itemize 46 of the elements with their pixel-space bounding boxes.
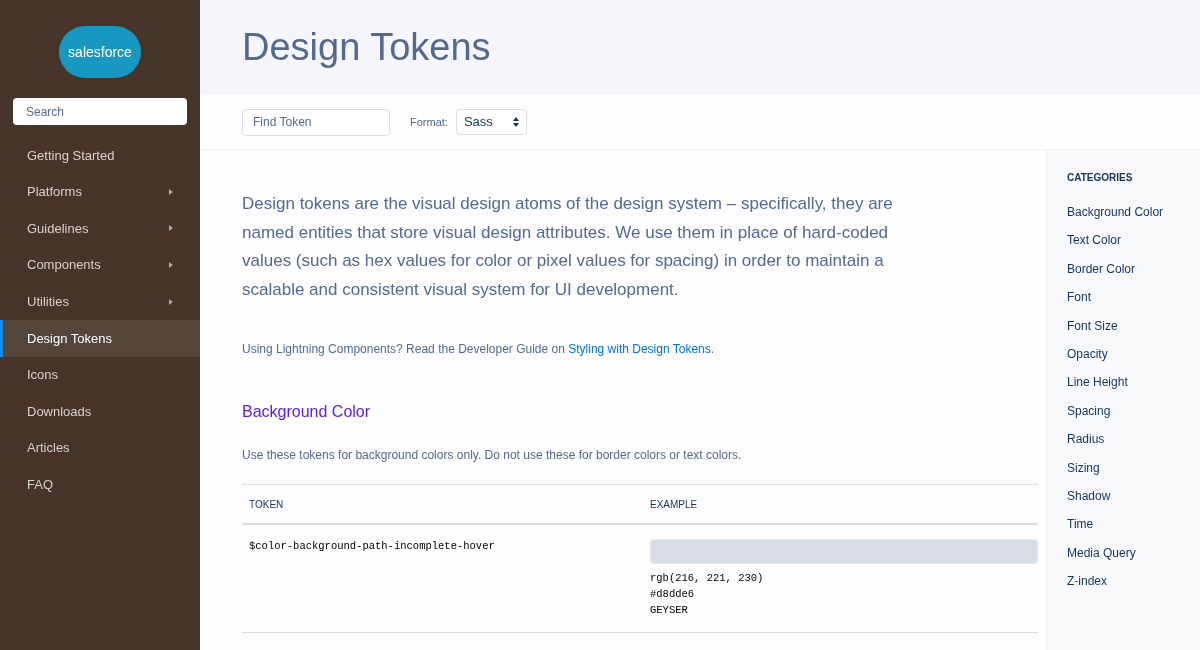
category-link[interactable]: Font <box>1067 288 1200 317</box>
styling-tokens-link[interactable]: Styling with Design Tokens <box>568 342 711 356</box>
nav-item[interactable]: Platforms <box>0 173 200 211</box>
category-link[interactable]: Spacing <box>1067 401 1200 431</box>
hex-value: #d8dde6 <box>650 587 696 602</box>
nav-item[interactable]: Components <box>0 246 200 284</box>
categories-title: CATEGORIES <box>1067 171 1134 185</box>
format-label: Format: <box>410 114 448 130</box>
caret-icon <box>169 298 173 305</box>
column-header: TOKEN <box>248 497 285 512</box>
section-description: Use these tokens for background colors only. Do not use these for border colors or text colors. <box>242 447 743 464</box>
category-link[interactable]: Shadow <box>1067 486 1200 516</box>
category-link[interactable]: Sizing <box>1067 458 1200 487</box>
nav-item[interactable]: Utilities <box>0 283 200 320</box>
category-link[interactable]: Time <box>1067 515 1200 544</box>
caret-icon <box>169 188 173 195</box>
caret-icon <box>169 225 173 232</box>
category-link[interactable]: Text Color <box>1067 231 1200 260</box>
nav-item[interactable]: Downloads <box>0 393 200 430</box>
caret-icon <box>169 262 173 269</box>
nav-item[interactable]: Guidelines <box>0 210 200 247</box>
category-link[interactable]: Radius <box>1067 430 1200 459</box>
developer-guide-note: Using Lightning Components? Read the Developer Guide on Styling with Design Tokens. <box>242 341 716 358</box>
intro-paragraph: Design tokens are the visual design atoms of the design system – specifically, they are named entities that store visual design attributes. We use them in place of hard-coded values (such as hex values for color or pixel values for spacing) in order to maintain a scalable and consistent visual system for UI development. <box>242 193 894 301</box>
search-field[interactable]: Search <box>13 98 187 125</box>
category-link[interactable]: Media Query <box>1067 543 1200 573</box>
up-down-caret-icon <box>512 117 519 127</box>
find-token-field[interactable]: Find Token <box>242 108 390 136</box>
category-link[interactable]: Background Color <box>1067 203 1200 232</box>
color-name: GEYSER <box>650 603 689 618</box>
nav-item[interactable]: Design Tokens <box>0 319 200 357</box>
category-link[interactable]: Opacity <box>1067 344 1200 374</box>
page-title: Design Tokens <box>242 25 491 70</box>
category-link[interactable]: Border Color <box>1067 259 1200 289</box>
category-link[interactable]: Z-index <box>1067 572 1200 601</box>
nav-item[interactable]: Icons <box>0 356 200 394</box>
format-select[interactable]: Sass <box>455 109 527 135</box>
nav-item[interactable]: Getting Started <box>0 137 200 174</box>
nav-item[interactable]: Articles <box>0 429 200 467</box>
nav-item[interactable]: FAQ <box>0 466 200 503</box>
column-header: EXAMPLE <box>649 497 698 512</box>
category-link[interactable]: Font Size <box>1067 316 1200 345</box>
token-name: $color-background-path-incomplete-hover <box>248 539 496 554</box>
rgb-value: rgb(216, 221, 230) <box>650 571 765 586</box>
category-link[interactable]: Line Height <box>1067 373 1200 402</box>
section-heading: Background Color <box>242 402 372 422</box>
